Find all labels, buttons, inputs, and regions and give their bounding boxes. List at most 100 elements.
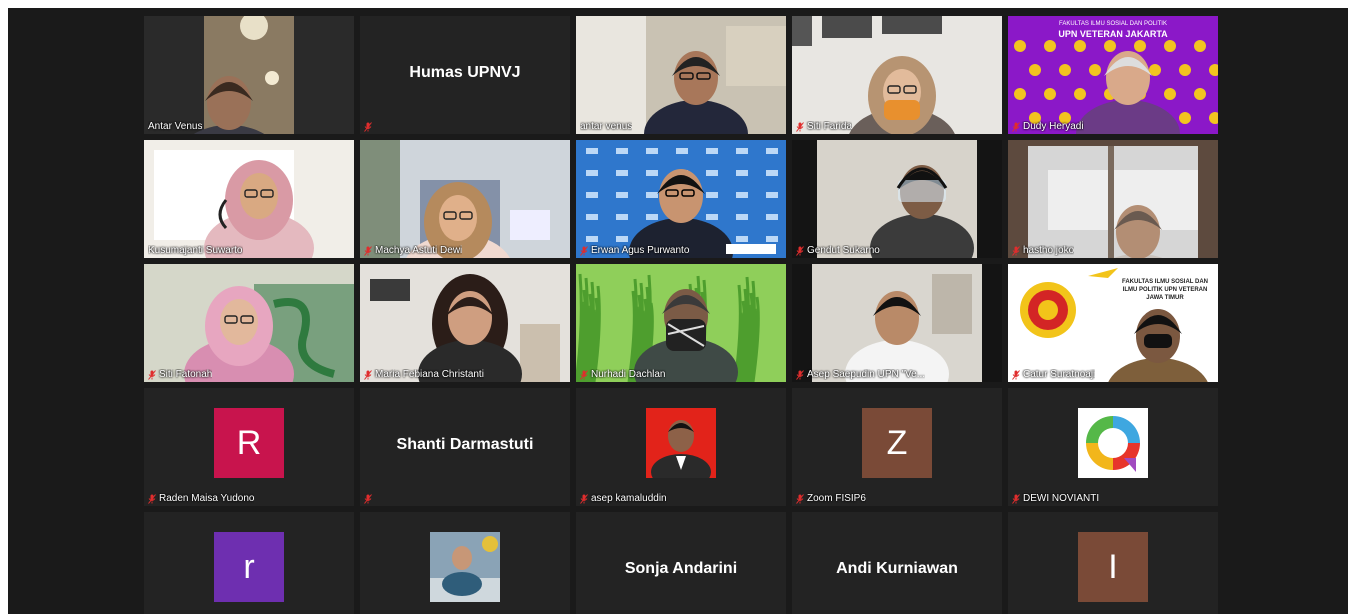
muted-mic-icon	[364, 369, 372, 380]
banner-text: FAKULTAS ILMU SOSIAL DAN ILMU POLITIK UP…	[1122, 279, 1208, 301]
participant-label: Nurhadi Dachlan	[580, 369, 666, 380]
participant-name: Dudy Heryadi	[1023, 121, 1084, 132]
banner-line2: UPN VETERAN JAKARTA	[1058, 29, 1168, 39]
participant-name: Machya Astuti Dewi	[375, 245, 463, 256]
muted-mic-icon	[1012, 121, 1020, 132]
muted-mic-icon	[148, 369, 156, 380]
participant-tile[interactable]: Kusumajanti Suwarto	[144, 140, 354, 258]
participant-tile[interactable]: Nurhadi Dachlan	[576, 264, 786, 382]
muted-mic-icon	[1012, 369, 1020, 380]
muted-mic-icon	[796, 493, 804, 504]
avatar: R	[214, 408, 284, 478]
video-feed	[576, 16, 786, 134]
muted-mic-icon	[364, 494, 372, 504]
video-feed	[576, 264, 786, 382]
muted-mic-icon	[580, 493, 588, 504]
participant-name: Antar Venus	[148, 121, 203, 132]
participant-tile[interactable]: Machya Astuti Dewi	[360, 140, 570, 258]
participant-tile[interactable]	[360, 512, 570, 614]
participant-name: Nurhadi Dachlan	[591, 369, 666, 380]
participant-name: Gendut Sukarno	[807, 245, 880, 256]
participant-tile[interactable]: Humas UPNVJ	[360, 16, 570, 134]
participant-tile[interactable]: Gendut Sukarno	[792, 140, 1002, 258]
participant-name: Maria Febiana Christanti	[375, 369, 484, 380]
participant-label: Gendut Sukarno	[796, 245, 880, 256]
participant-display-name: Shanti Darmastuti	[396, 436, 534, 454]
muted-mic-icon	[796, 245, 804, 256]
participant-tile[interactable]: Erwan Agus Purwanto	[576, 140, 786, 258]
participant-display-name: Humas UPNVJ	[409, 64, 521, 82]
participant-label: Dudy Heryadi	[1012, 121, 1084, 132]
video-feed: FAKULTAS ILMU SOSIAL DAN ILMU POLITIK UP…	[1008, 264, 1218, 382]
video-feed	[792, 140, 1002, 258]
zoom-gallery-view: Antar Venus Humas UPNVJ antar venus Siti …	[8, 8, 1348, 614]
muted-mic-icon	[580, 369, 588, 380]
muted-mic-icon	[1012, 245, 1020, 256]
participant-display-name: Sonja Andarini	[624, 560, 738, 578]
participant-tile[interactable]: DEWI NOVIANTI	[1008, 388, 1218, 506]
participant-name: Catur Suratnoaji	[1023, 369, 1096, 380]
participant-tile[interactable]: R Raden Maisa Yudono	[144, 388, 354, 506]
participant-tile[interactable]: Z Zoom FISIP6	[792, 388, 1002, 506]
participant-label: Catur Suratnoaji	[1012, 369, 1095, 380]
ring-logo-icon	[1078, 408, 1148, 478]
video-feed	[360, 264, 570, 382]
video-feed	[144, 264, 354, 382]
participant-name: Siti Farida	[807, 121, 853, 132]
video-feed	[792, 16, 1002, 134]
participant-label: DEWI NOVIANTI	[1012, 493, 1099, 504]
participant-grid: Antar Venus Humas UPNVJ antar venus Siti …	[144, 16, 1218, 614]
participant-tile[interactable]: Maria Febiana Christanti	[360, 264, 570, 382]
video-feed	[360, 140, 570, 258]
participant-label: Kusumajanti Suwarto	[148, 245, 243, 256]
participant-tile[interactable]: hastho joko	[1008, 140, 1218, 258]
muted-mic-icon	[148, 493, 156, 504]
participant-tile[interactable]: antar venus	[576, 16, 786, 134]
participant-tile[interactable]: Antar Venus	[144, 16, 354, 134]
participant-label: hastho joko	[1012, 245, 1074, 256]
participant-tile[interactable]: FAKULTAS ILMU SOSIAL DAN POLITIK UPN VET…	[1008, 16, 1218, 134]
participant-name: DEWI NOVIANTI	[1023, 493, 1100, 504]
avatar: I	[1078, 532, 1148, 602]
participant-tile[interactable]: r	[144, 512, 354, 614]
profile-photo	[430, 532, 500, 602]
muted-mic-icon	[796, 121, 804, 132]
video-feed	[1008, 140, 1218, 258]
participant-name: Raden Maisa Yudono	[159, 493, 255, 504]
participant-label: Raden Maisa Yudono	[148, 493, 254, 504]
participant-name: Erwan Agus Purwanto	[591, 245, 690, 256]
muted-mic-icon	[1012, 493, 1020, 504]
participant-tile[interactable]: I	[1008, 512, 1218, 614]
participant-name: asep kamaluddin	[591, 493, 667, 504]
participant-tile[interactable]: Asep Saepudin UPN "Ve...	[792, 264, 1002, 382]
participant-label: Erwan Agus Purwanto	[580, 245, 689, 256]
participant-name: Asep Saepudin UPN "Ve...	[807, 369, 926, 380]
participant-label	[364, 122, 372, 132]
participant-label: Antar Venus	[148, 121, 202, 132]
participant-label: Machya Astuti Dewi	[364, 245, 462, 256]
participant-label: asep kamaluddin	[580, 493, 667, 504]
profile-photo	[646, 408, 716, 478]
participant-name: Siti Fatonah	[159, 369, 213, 380]
participant-label	[364, 494, 372, 504]
participant-tile[interactable]: Andi Kurniawan	[792, 512, 1002, 614]
participant-label: Siti Fatonah	[148, 369, 212, 380]
participant-tile[interactable]: FAKULTAS ILMU SOSIAL DAN ILMU POLITIK UP…	[1008, 264, 1218, 382]
participant-tile[interactable]: asep kamaluddin	[576, 388, 786, 506]
participant-tile[interactable]: Siti Fatonah	[144, 264, 354, 382]
avatar: Z	[862, 408, 932, 478]
muted-mic-icon	[364, 245, 372, 256]
participant-tile[interactable]: Sonja Andarini	[576, 512, 786, 614]
participant-label: Asep Saepudin UPN "Ve...	[796, 369, 925, 380]
muted-mic-icon	[796, 369, 804, 380]
video-feed: FAKULTAS ILMU SOSIAL DAN POLITIK UPN VET…	[1008, 16, 1218, 134]
participant-tile[interactable]: Siti Farida	[792, 16, 1002, 134]
participant-name: hastho joko	[1023, 245, 1075, 256]
video-feed	[576, 140, 786, 258]
participant-name: antar venus	[580, 121, 633, 132]
avatar: r	[214, 532, 284, 602]
participant-name: Zoom FISIP6	[807, 493, 866, 504]
video-feed	[144, 16, 354, 134]
participant-label: Siti Farida	[796, 121, 852, 132]
participant-tile[interactable]: Shanti Darmastuti	[360, 388, 570, 506]
